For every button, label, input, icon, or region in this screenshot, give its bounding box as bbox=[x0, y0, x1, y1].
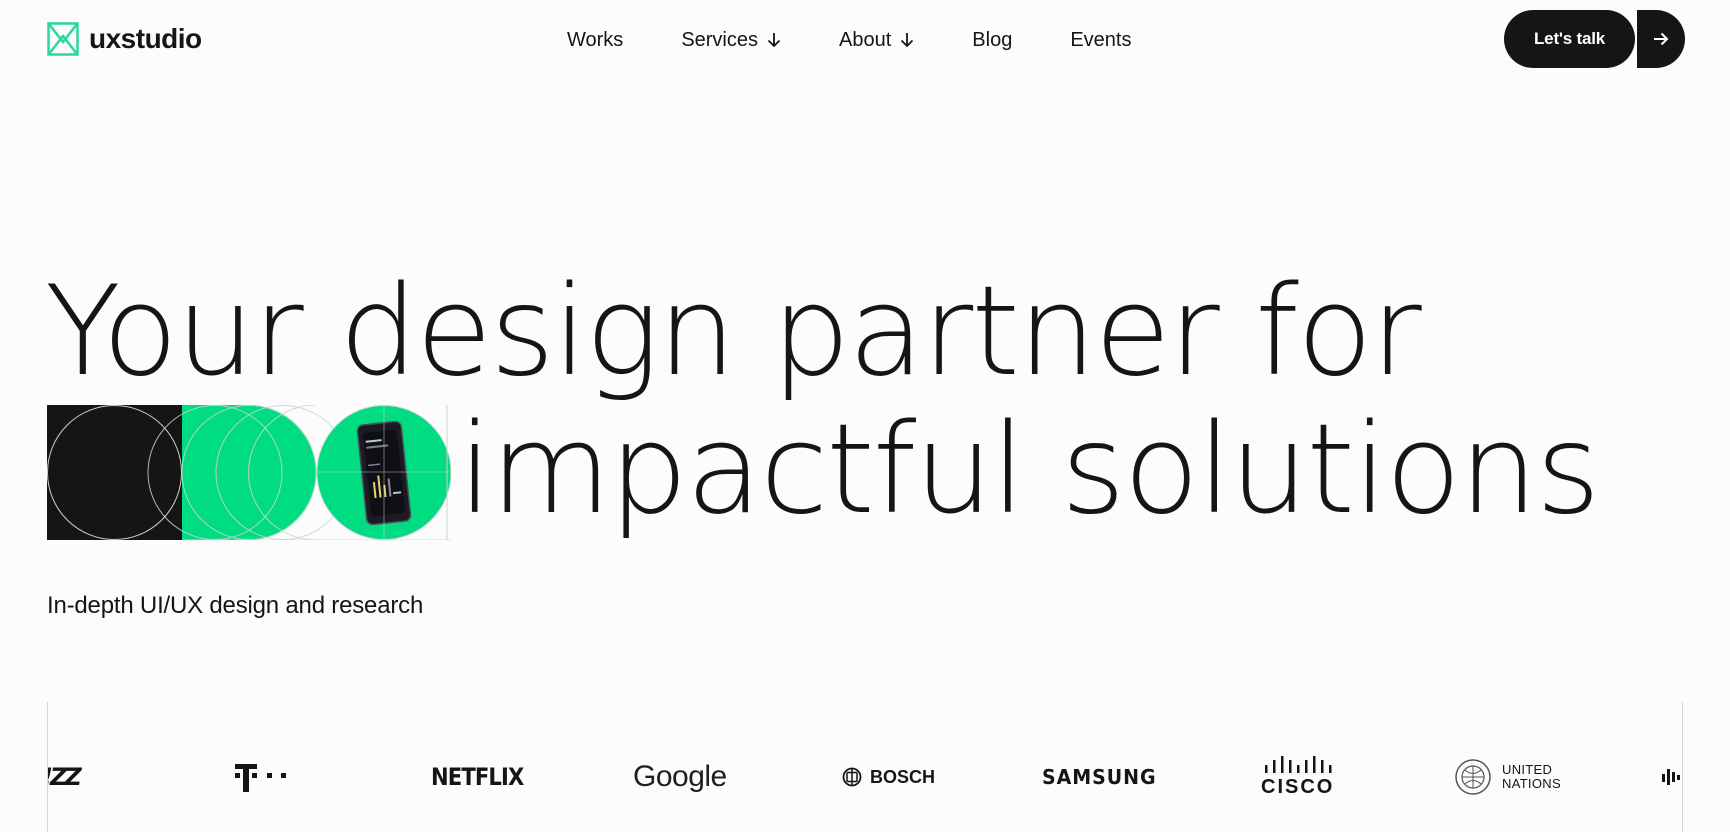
hero-headline-line1: Your design partner for bbox=[45, 260, 1422, 404]
nav-item-works[interactable]: Works bbox=[567, 26, 623, 54]
site-header: uxstudio Works Services About Blog Event… bbox=[0, 0, 1730, 80]
arrow-right-icon bbox=[1654, 32, 1669, 46]
bosch-armature-icon bbox=[842, 767, 862, 787]
client-logos-strip: !ZZ NETFLIX Google BOSCH SAMSUNG bbox=[47, 702, 1683, 832]
nav-label: Blog bbox=[972, 29, 1013, 51]
google-logo: Google bbox=[633, 760, 727, 793]
arrow-down-icon bbox=[767, 33, 781, 48]
logo-link[interactable]: uxstudio bbox=[47, 22, 202, 56]
united-nations-logo: UNITED NATIONS bbox=[1454, 752, 1561, 802]
uxstudio-logo-icon bbox=[47, 22, 79, 56]
cisco-wordmark: CISCO bbox=[1261, 776, 1335, 798]
samsung-logo: SAMSUNG bbox=[1042, 765, 1157, 789]
netflix-logo: NETFLIX bbox=[431, 763, 524, 791]
client-logo-partial: !ZZ bbox=[48, 763, 82, 791]
telekom-logo-icon bbox=[235, 764, 286, 792]
nav-item-blog[interactable]: Blog bbox=[972, 26, 1012, 54]
partial-logo-icon bbox=[1662, 769, 1680, 785]
un-line2: NATIONS bbox=[1502, 776, 1561, 791]
arrow-down-icon bbox=[901, 33, 914, 48]
nav-item-events[interactable]: Events bbox=[1070, 26, 1131, 54]
brand-name: uxstudio bbox=[89, 23, 202, 54]
nav-label: Services bbox=[681, 29, 759, 51]
un-line1: UNITED bbox=[1502, 762, 1553, 777]
hero-subtitle: In-depth UI/UX design and research bbox=[47, 592, 424, 619]
lets-talk-arrow-button[interactable] bbox=[1637, 10, 1686, 68]
lets-talk-cta: Let's talk bbox=[1504, 10, 1686, 68]
nav-label: Works bbox=[567, 29, 624, 51]
hero-headline-line2: impactful solutions bbox=[458, 398, 1600, 542]
cisco-bars-icon bbox=[1264, 756, 1332, 773]
un-wordmark: UNITED NATIONS bbox=[1502, 763, 1561, 791]
un-emblem-icon bbox=[1455, 759, 1491, 795]
client-logo-partial-right bbox=[1662, 752, 1682, 802]
bosch-logo: BOSCH bbox=[842, 752, 935, 802]
black-circle-shape bbox=[47, 405, 182, 540]
nav-item-services[interactable]: Services bbox=[681, 26, 781, 54]
bosch-wordmark: BOSCH bbox=[870, 766, 936, 787]
nav-label: Events bbox=[1070, 29, 1132, 51]
telekom-logo bbox=[235, 752, 291, 802]
nav-item-about[interactable]: About bbox=[839, 26, 914, 54]
lets-talk-button[interactable]: Let's talk bbox=[1504, 10, 1636, 68]
main-nav: Works Services About Blog Events bbox=[567, 26, 1131, 54]
nav-label: About bbox=[839, 29, 892, 51]
cisco-logo: CISCO bbox=[1261, 748, 1334, 804]
hero-illustration bbox=[47, 405, 451, 540]
